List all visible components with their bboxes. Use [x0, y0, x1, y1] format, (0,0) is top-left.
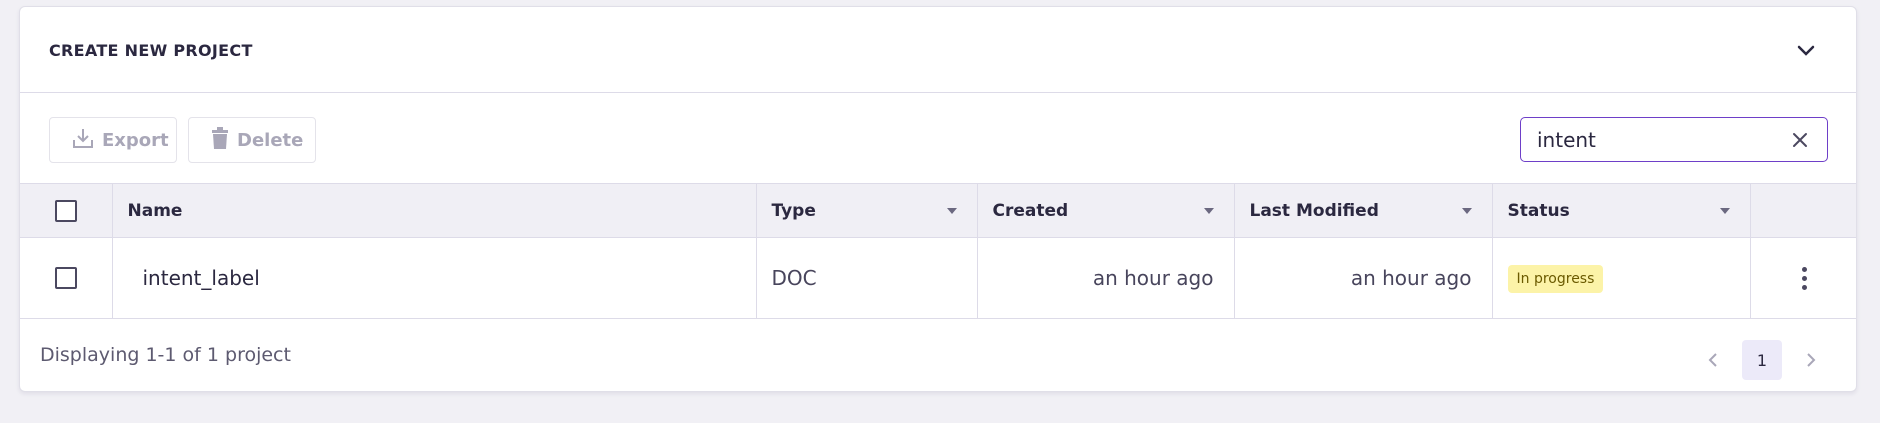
- export-label: Export: [102, 129, 169, 151]
- delete-button[interactable]: Delete: [188, 117, 316, 163]
- chevron-left-icon[interactable]: [1698, 345, 1728, 375]
- panel-header[interactable]: CREATE NEW PROJECT: [20, 7, 1856, 93]
- pagination-summary: Displaying 1-1 of 1 project: [40, 344, 291, 366]
- column-label: Type: [771, 200, 816, 221]
- project-created: an hour ago: [977, 237, 1235, 319]
- select-all-checkbox[interactable]: [54, 199, 77, 222]
- export-button[interactable]: Export: [49, 117, 177, 163]
- panel-title: CREATE NEW PROJECT: [49, 41, 253, 60]
- sort-caret-icon[interactable]: [1461, 208, 1472, 214]
- column-label: Last Modified: [1249, 200, 1379, 221]
- column-header-created[interactable]: Created: [977, 183, 1235, 238]
- toolbar: Export Delete: [20, 93, 1856, 183]
- sort-caret-icon[interactable]: [946, 208, 957, 214]
- column-label: Name: [127, 200, 183, 221]
- page-button[interactable]: 1: [1742, 340, 1782, 380]
- row-actions-cell: [1750, 238, 1856, 319]
- search-field[interactable]: [1520, 117, 1828, 162]
- sort-caret-icon[interactable]: [1719, 208, 1730, 214]
- actions-header: [1750, 184, 1856, 238]
- column-header-status[interactable]: Status: [1492, 183, 1751, 238]
- chevron-right-icon[interactable]: [1796, 345, 1826, 375]
- table-row[interactable]: intent_label DOC an hour ago an hour ago…: [20, 237, 1856, 319]
- chevron-down-icon[interactable]: [1792, 37, 1820, 65]
- select-all-cell: [20, 183, 113, 238]
- projects-table: Name Type Created Last Modified Status i…: [20, 183, 1856, 319]
- project-type: DOC: [756, 237, 978, 319]
- status-badge: In progress: [1507, 264, 1604, 293]
- download-icon: [72, 127, 94, 154]
- more-options-icon[interactable]: [1766, 266, 1844, 290]
- table-footer: Displaying 1-1 of 1 project 1: [20, 320, 1856, 391]
- status-cell: In progress: [1492, 237, 1751, 319]
- column-header-type[interactable]: Type: [756, 183, 978, 238]
- delete-label: Delete: [237, 129, 304, 151]
- table-header-row: Name Type Created Last Modified Status: [20, 183, 1856, 238]
- row-checkbox[interactable]: [54, 267, 77, 289]
- column-header-last-modified[interactable]: Last Modified: [1234, 183, 1493, 238]
- row-select-cell: [20, 237, 113, 319]
- close-icon[interactable]: [1789, 129, 1811, 151]
- project-modified: an hour ago: [1234, 237, 1493, 319]
- trash-icon: [211, 126, 229, 154]
- project-name[interactable]: intent_label: [112, 237, 757, 319]
- column-label: Created: [992, 200, 1069, 221]
- search-input[interactable]: [1537, 127, 1789, 152]
- column-label: Status: [1507, 200, 1570, 221]
- project-panel: CREATE NEW PROJECT Export Delete intent …: [19, 6, 1857, 392]
- pagination: 1: [1698, 340, 1826, 380]
- sort-caret-icon[interactable]: [1203, 208, 1214, 214]
- column-header-name[interactable]: Name: [112, 183, 757, 238]
